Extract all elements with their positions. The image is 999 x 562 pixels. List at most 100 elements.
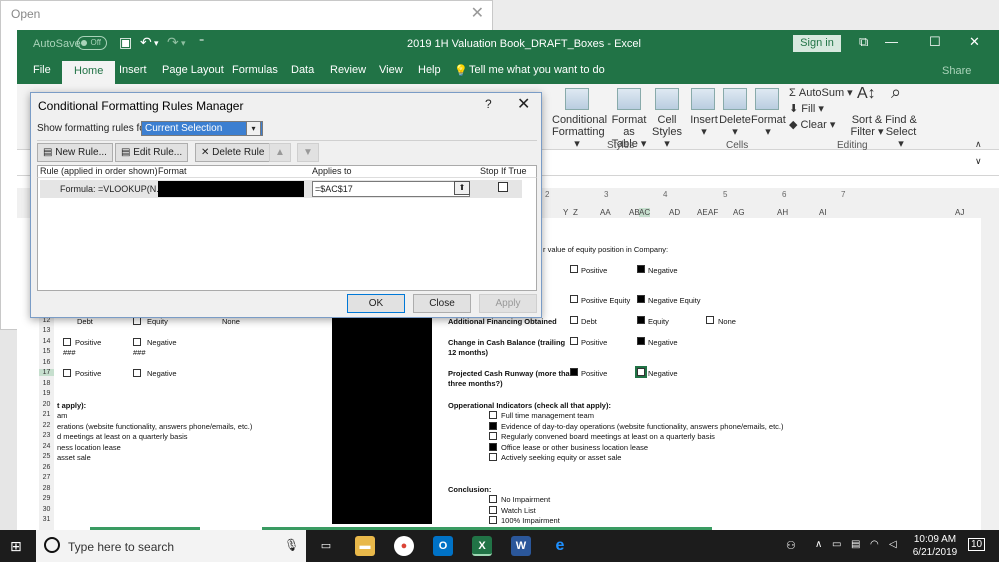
row-number[interactable]: 15 (39, 348, 54, 355)
edit-rule-button[interactable]: ▤ Edit Rule... (115, 143, 189, 162)
file-explorer-icon[interactable]: ▬ (355, 536, 375, 556)
row-number[interactable]: 26 (39, 464, 54, 471)
row-number[interactable]: 30 (39, 506, 54, 513)
undo-icon[interactable]: ↶ (140, 34, 152, 51)
checkbox[interactable] (637, 337, 645, 345)
tab-home[interactable]: Home (62, 61, 116, 84)
cell-text[interactable]: Evidence of day-to-day operations (websi… (501, 422, 784, 431)
selected-checkbox[interactable] (635, 366, 647, 378)
checkbox[interactable] (489, 422, 497, 430)
cell-text[interactable]: Negative (648, 266, 678, 275)
chevron-down-icon[interactable]: ▾ (246, 121, 261, 136)
checkbox[interactable] (489, 506, 497, 514)
row-number[interactable]: 21 (39, 411, 54, 418)
ok-button[interactable]: OK (347, 294, 405, 313)
task-view-icon[interactable]: ▭ (316, 536, 336, 556)
checkbox[interactable] (489, 443, 497, 451)
tab-insert[interactable]: Insert (119, 64, 147, 76)
clock[interactable]: 10:09 AM 6/21/2019 (910, 533, 960, 559)
cell-text[interactable]: Additional Financing Obtained (448, 317, 557, 326)
excel-taskbar-icon[interactable]: X (472, 536, 492, 556)
save-icon[interactable]: ▣ (119, 34, 132, 51)
column-letter[interactable]: AH (777, 208, 788, 217)
microphone-icon[interactable]: 🎙 (284, 538, 299, 552)
row-number[interactable]: 23 (39, 432, 54, 439)
notification-center-icon[interactable]: 10 (968, 538, 986, 551)
cell-text[interactable]: ### (133, 348, 146, 357)
taskbar-search-box[interactable]: Type here to search 🎙 (36, 530, 306, 562)
cell-text[interactable]: t apply): (57, 401, 86, 410)
row-number[interactable]: 29 (39, 495, 54, 502)
sign-in-button[interactable]: Sign in (793, 35, 841, 52)
checkbox[interactable] (63, 338, 71, 346)
cell-text[interactable]: None (718, 317, 736, 326)
cell-text[interactable]: Negative (147, 369, 177, 378)
column-letter[interactable]: AF (708, 208, 718, 217)
tab-formulas[interactable]: Formulas (232, 64, 278, 76)
cell-text[interactable]: Opperational Indicators (check all that … (448, 401, 611, 410)
outlook-icon[interactable]: O (433, 536, 453, 556)
sort-filter-icon[interactable]: A↕ (857, 86, 876, 102)
row-number-selected[interactable]: 17 (39, 369, 54, 376)
customize-toolbar-icon[interactable]: ⁼ (199, 37, 204, 48)
format-cells-icon[interactable] (755, 88, 779, 110)
maximize-icon[interactable]: ☐ (929, 34, 941, 50)
row-number[interactable]: 22 (39, 422, 54, 429)
tab-help[interactable]: Help (418, 64, 441, 76)
cell-text[interactable]: Full time management team (501, 411, 594, 420)
share-button[interactable]: Share (942, 65, 971, 77)
cell-text[interactable]: Equity (147, 317, 168, 326)
tab-review[interactable]: Review (330, 64, 366, 76)
cell-text[interactable]: Positive (581, 338, 607, 347)
checkbox[interactable] (489, 516, 497, 524)
chrome-icon[interactable]: ● (394, 536, 414, 556)
cell-text[interactable]: three months?) (448, 379, 503, 388)
checkbox[interactable] (570, 265, 578, 273)
redo-icon[interactable]: ↷ (167, 34, 179, 51)
insert-cells-button[interactable]: Insert ▾ (689, 114, 719, 138)
applies-to-input[interactable]: =$AC$17 (312, 181, 470, 197)
cell-text[interactable]: 100% Impairment (501, 516, 560, 525)
minimize-icon[interactable]: — (885, 34, 898, 49)
column-letter[interactable]: Y (563, 208, 568, 217)
column-letter[interactable]: AJ (955, 208, 964, 217)
collapse-range-icon[interactable]: ⬆ (454, 181, 470, 195)
column-letter[interactable]: AI (819, 208, 827, 217)
cell-text[interactable]: Positive Equity (581, 296, 630, 305)
cell-text[interactable]: Negative (648, 369, 678, 378)
cell-text[interactable]: No Impairment (501, 495, 550, 504)
column-letter[interactable]: AA (600, 208, 611, 217)
row-number[interactable]: 19 (39, 390, 54, 397)
close-button[interactable]: Close (413, 294, 471, 313)
column-letter[interactable]: AG (733, 208, 745, 217)
delete-rule-button[interactable]: ✕ Delete Rule (195, 143, 271, 162)
cell-text[interactable]: Conclusion: (448, 485, 491, 494)
delete-cells-icon[interactable] (723, 88, 747, 110)
help-icon[interactable]: ? (485, 97, 492, 111)
format-as-table-icon[interactable] (617, 88, 641, 110)
checkbox[interactable] (489, 453, 497, 461)
row-number[interactable]: 24 (39, 443, 54, 450)
row-number[interactable]: 20 (39, 401, 54, 408)
column-letter[interactable]: AD (669, 208, 680, 217)
cell-text[interactable]: Negative Equity (648, 296, 701, 305)
autosave-toggle[interactable]: Off (77, 36, 107, 50)
checkbox[interactable] (133, 369, 141, 377)
fill-button[interactable]: ⬇ Fill ▾ (789, 103, 824, 115)
cell-text[interactable]: erations (website functionality, answers… (57, 422, 252, 431)
redo-dropdown-icon[interactable]: ▾ (181, 38, 186, 49)
cell-text[interactable]: asset sale (57, 453, 91, 462)
cell-text[interactable]: am (57, 411, 67, 420)
checkbox[interactable] (63, 369, 71, 377)
checkbox[interactable] (133, 338, 141, 346)
row-number[interactable]: 27 (39, 474, 54, 481)
row-number[interactable]: 18 (39, 380, 54, 387)
checkbox[interactable] (706, 316, 714, 324)
sort-filter-button[interactable]: Sort & Filter ▾ (849, 114, 885, 138)
cell-text[interactable]: ### (63, 348, 76, 357)
undo-dropdown-icon[interactable]: ▾ (154, 38, 159, 49)
checkbox[interactable] (637, 265, 645, 273)
cell-text[interactable]: None (222, 317, 240, 326)
ribbon-display-icon[interactable]: ⧉ (859, 34, 868, 50)
find-select-icon[interactable]: ⌕ (891, 83, 901, 101)
